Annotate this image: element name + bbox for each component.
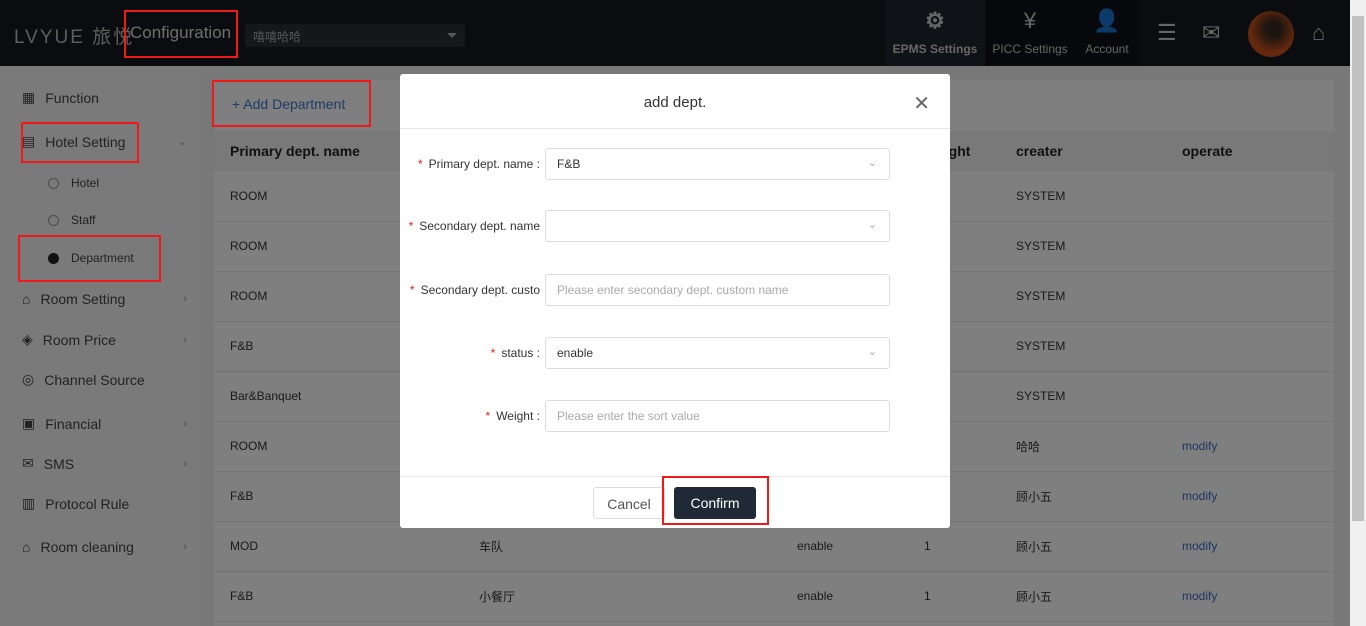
scrollbar-thumb[interactable] [1352, 16, 1364, 521]
field-label-text: Weight : [496, 409, 540, 423]
highlight-box [662, 476, 769, 525]
cancel-button[interactable]: Cancel [593, 487, 665, 519]
field-value: Please enter the sort value [557, 409, 700, 423]
required-mark: * [408, 219, 414, 233]
field-label: * Secondary dept. custo [410, 283, 540, 297]
required-mark: * [409, 283, 415, 297]
modal-title: add dept. [643, 94, 707, 111]
field-label-text: Primary dept. name : [428, 157, 540, 171]
field-label: * Primary dept. name : [418, 157, 540, 171]
field-value: F&B [557, 157, 581, 171]
highlight-box [212, 80, 371, 127]
field-value: enable [557, 346, 594, 360]
chevron-down-icon: ⌄ [867, 157, 877, 169]
add-dept-modal: add dept. ✕ * Primary dept. name : F&B ⌄ * Se… [400, 74, 950, 528]
field-label: * status : [491, 346, 540, 360]
scrollbar[interactable] [1350, 0, 1366, 626]
required-mark: * [417, 157, 423, 171]
highlight-box [124, 10, 238, 58]
chevron-down-icon: ⌄ [867, 346, 877, 358]
select-field[interactable]: ⌄ [545, 210, 890, 242]
field-value: Please enter secondary dept. custom name [557, 283, 789, 297]
select-field[interactable]: enable ⌄ [545, 337, 890, 369]
field-label-text: Secondary dept. custo [420, 283, 540, 297]
field-label: * Secondary dept. name [409, 219, 540, 233]
chevron-down-icon: ⌄ [867, 219, 877, 231]
field-label: * Weight : [486, 409, 540, 423]
text-input[interactable]: Please enter secondary dept. custom name [545, 274, 890, 306]
close-icon[interactable]: ✕ [913, 91, 930, 116]
required-mark: * [490, 346, 496, 360]
divider [400, 128, 950, 129]
field-label-text: status : [501, 346, 540, 360]
highlight-box [21, 122, 139, 163]
highlight-box [18, 235, 161, 282]
select-field[interactable]: F&B ⌄ [545, 148, 890, 180]
field-label-text: Secondary dept. name [419, 219, 540, 233]
required-mark: * [485, 409, 491, 423]
text-input[interactable]: Please enter the sort value [545, 400, 890, 432]
